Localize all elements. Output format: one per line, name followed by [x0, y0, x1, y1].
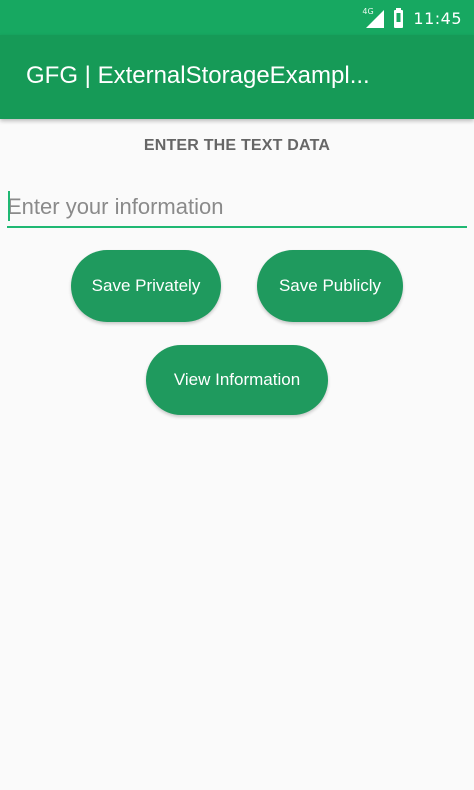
- text-cursor: [8, 191, 10, 221]
- section-label: ENTER THE TEXT DATA: [143, 137, 331, 154]
- battery-icon: [394, 8, 404, 28]
- view-information-button[interactable]: View Information: [146, 345, 328, 415]
- app-bar: GFG | ExternalStorageExampl...: [0, 35, 474, 119]
- signal-icon: 4G: [362, 7, 385, 28]
- save-publicly-button[interactable]: Save Publicly: [257, 250, 403, 322]
- status-icons: 4G 11:45: [362, 7, 462, 29]
- app-title: GFG | ExternalStorageExampl...: [26, 62, 370, 89]
- information-input[interactable]: [7, 188, 467, 228]
- clock: 11:45: [413, 8, 462, 28]
- save-privately-button[interactable]: Save Privately: [71, 250, 221, 322]
- status-bar: 4G 11:45: [0, 0, 474, 35]
